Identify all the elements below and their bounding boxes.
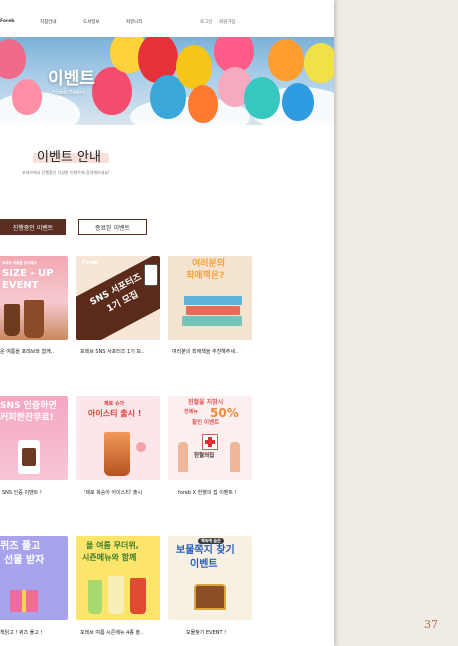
hero-title: 이벤트	[48, 69, 95, 89]
coffee-cup-icon	[4, 304, 20, 336]
book-icon	[186, 306, 240, 315]
drink-icon	[108, 576, 124, 614]
event-card-sns-certify[interactable]: SNS 인증하면 커피한잔무료!	[0, 396, 68, 480]
card-caption[interactable]: 포레브 SNS 서포터즈 1기 모..	[80, 348, 164, 355]
browser-page: Foreb 지점안내 도서정보 커뮤니티 로그인 회원가입 이벤트 Foreb …	[0, 0, 334, 646]
iced-tea-icon	[104, 432, 130, 476]
hero-banner: 이벤트 Foreb Event	[0, 37, 334, 125]
card-text: 포레브 여름을 맞이해서	[2, 261, 37, 265]
gift-ribbon	[22, 590, 26, 612]
balloon-shape	[188, 85, 218, 123]
card-text: 여러분의	[192, 259, 226, 269]
coffee-cup-icon	[24, 300, 44, 338]
person-icon	[178, 442, 188, 472]
hero-subtitle: Foreb Event	[52, 90, 85, 96]
card-text: 헌혈의집	[194, 453, 215, 459]
balloon-shape	[176, 45, 212, 89]
tab-ongoing-events[interactable]: 진행중인 이벤트	[0, 219, 66, 235]
card-text: SNS 인증하면	[0, 401, 57, 411]
page-number: 37	[424, 618, 438, 631]
person-icon	[230, 442, 240, 472]
event-card-treasure-hunt[interactable]: 책속에 숨은 보물쪽지 찾기 이벤트	[168, 536, 252, 620]
card-caption[interactable]: 여러분의 최애책을 추천해주세..	[172, 348, 256, 355]
signup-link[interactable]: 회원가입	[219, 19, 236, 25]
card-caption[interactable]: SNS 인증 이벤트 !	[2, 489, 86, 496]
peach-icon	[136, 442, 146, 452]
card-text: 이벤트	[190, 559, 218, 570]
card-text: 선물 받자	[4, 555, 45, 566]
card-text: 아이스티 출시 !	[88, 409, 142, 418]
treasure-chest-icon	[194, 584, 226, 610]
card-text: 제로 슈가	[104, 401, 125, 407]
card-caption[interactable]: 운 여름을 포레브와 함께..	[0, 348, 84, 355]
event-card-quiz[interactable]: 퀴즈 풀고 선물 받자	[0, 536, 68, 620]
book-icon	[182, 316, 242, 326]
card-caption[interactable]: '제로 복숭아 아이스티' 출시	[84, 489, 168, 496]
phone-icon	[144, 264, 158, 286]
event-card-sns-supporters[interactable]: Foreb SNS 서포터즈 1기 모집	[76, 256, 160, 340]
card-text: 최애책은?	[186, 271, 225, 281]
drink-icon	[130, 578, 146, 614]
balloon-shape	[268, 39, 304, 81]
section-title: 이벤트 안내	[37, 150, 101, 165]
card-text: 할인 이벤트	[192, 420, 220, 426]
card-text: 시즌메뉴와 함께	[82, 553, 137, 562]
card-text: 50%	[210, 406, 239, 420]
card-text: 올 여름 무더위,	[86, 541, 139, 550]
event-card-summer-menu[interactable]: 올 여름 무더위, 시즌메뉴와 함께	[76, 536, 160, 620]
tab-ended-events[interactable]: 종료된 이벤트	[78, 219, 147, 235]
nav-item-books[interactable]: 도서정보	[83, 19, 100, 25]
event-card-size-up[interactable]: 포레브 여름을 맞이해서 SIZE - UP EVENT	[0, 256, 68, 340]
balloon-shape	[282, 83, 314, 121]
balloon-shape	[0, 39, 26, 79]
balloon-shape	[92, 67, 132, 115]
book-icon	[184, 296, 242, 305]
card-text: 책속에 숨은	[198, 538, 224, 545]
drink-icon	[88, 580, 102, 614]
nav-item-community[interactable]: 커뮤니티	[126, 19, 143, 25]
card-text: SIZE - UP	[2, 268, 54, 279]
balloon-shape	[304, 43, 334, 83]
balloon-shape	[244, 77, 280, 119]
balloon-shape	[12, 79, 42, 115]
coffee-cup-icon	[22, 448, 36, 466]
card-caption[interactable]: 포레브 여름 시즌메뉴 4종 출..	[80, 629, 164, 636]
event-card-favorite-book[interactable]: 여러분의 최애책은?	[168, 256, 252, 340]
card-text: EVENT	[2, 280, 39, 291]
card-text: Foreb	[82, 260, 99, 266]
top-nav: Foreb 지점안내 도서정보 커뮤니티 로그인 회원가입	[0, 14, 334, 32]
card-caption[interactable]: 보물찾기 EVENT !	[186, 629, 270, 636]
card-text: 커피한잔무료!	[0, 413, 54, 423]
card-text: 보물쪽지 찾기	[176, 545, 235, 556]
event-card-zero-peach-tea[interactable]: 제로 슈가 아이스티 출시 !	[76, 396, 160, 480]
nav-item-branches[interactable]: 지점안내	[40, 19, 57, 25]
red-cross-icon	[202, 434, 218, 450]
site-logo[interactable]: Foreb	[0, 19, 14, 24]
card-caption[interactable]: foreb X 헌혈의 집 이벤트 !	[178, 489, 262, 496]
card-caption[interactable]: 책읽고 ! 퀴즈 풀고 !	[0, 629, 84, 636]
section-description: 포레브에서 진행중인 다양한 이벤트에 참여해보세요!	[22, 170, 110, 175]
card-text: 전메뉴	[184, 409, 198, 415]
card-text: 퀴즈 풀고	[0, 541, 41, 552]
login-link[interactable]: 로그인	[200, 19, 212, 25]
event-card-blood-donation[interactable]: 헌혈을 지참시 전메뉴 50% 할인 이벤트 헌혈의집	[168, 396, 252, 480]
